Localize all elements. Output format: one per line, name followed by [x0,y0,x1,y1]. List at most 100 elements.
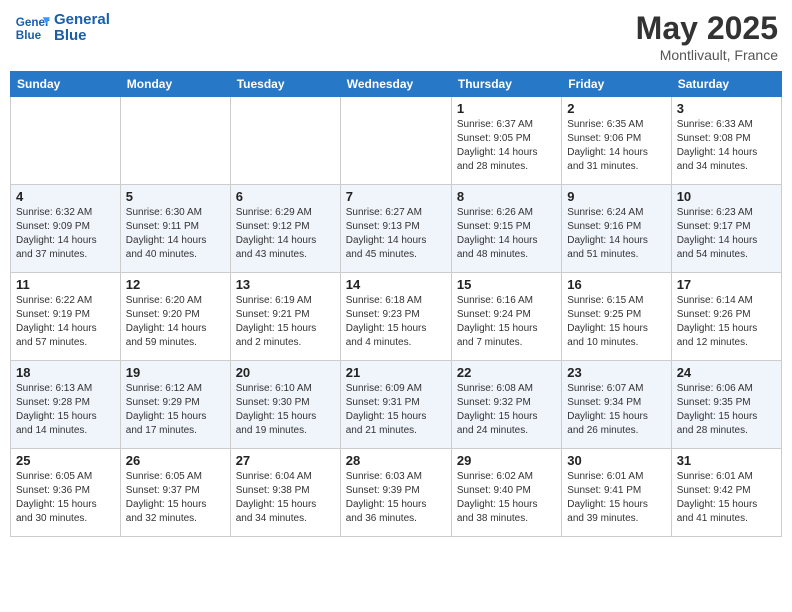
day-number: 15 [457,277,556,292]
day-number: 9 [567,189,665,204]
day-number: 12 [126,277,225,292]
day-info: Sunrise: 6:06 AMSunset: 9:35 PMDaylight:… [677,382,776,438]
day-number: 7 [346,189,446,204]
logo-icon: General Blue [14,10,50,46]
weekday-header-saturday: Saturday [671,72,781,97]
day-cell-19: 19 Sunrise: 6:12 AMSunset: 9:29 PMDayligh… [120,361,230,449]
calendar-table: SundayMondayTuesdayWednesdayThursdayFrid… [10,71,782,537]
page-header: General Blue General Blue May 2025 Montl… [10,10,782,63]
day-cell-10: 10 Sunrise: 6:23 AMSunset: 9:17 PMDayligh… [671,185,781,273]
day-cell-8: 8Sunrise: 6:26 AMSunset: 9:15 PMDaylight… [451,185,561,273]
empty-cell [120,97,230,185]
empty-cell [230,97,340,185]
day-info: Sunrise: 6:30 AMSunset: 9:11 PMDaylight:… [126,206,225,262]
day-info: Sunrise: 6:05 AMSunset: 9:36 PMDaylight:… [16,470,115,526]
day-info: Sunrise: 6:03 AMSunset: 9:39 PMDaylight:… [346,470,446,526]
day-cell-12: 12 Sunrise: 6:20 AMSunset: 9:20 PMDayligh… [120,273,230,361]
day-number: 4 [16,189,115,204]
day-number: 28 [346,453,446,468]
day-cell-5: 5 Sunrise: 6:30 AMSunset: 9:11 PMDaylight… [120,185,230,273]
logo: General Blue General Blue [14,10,110,46]
day-info: Sunrise: 6:27 AMSunset: 9:13 PMDaylight:… [346,206,446,262]
weekday-header-tuesday: Tuesday [230,72,340,97]
day-info: Sunrise: 6:12 AMSunset: 9:29 PMDaylight:… [126,382,225,438]
svg-text:Blue: Blue [16,29,42,42]
day-cell-13: 13 Sunrise: 6:19 AMSunset: 9:21 PMDayligh… [230,273,340,361]
day-info: Sunrise: 6:18 AMSunset: 9:23 PMDaylight:… [346,294,446,350]
day-cell-22: 22Sunrise: 6:08 AMSunset: 9:32 PMDayligh… [451,361,561,449]
day-number: 16 [567,277,665,292]
weekday-header-wednesday: Wednesday [340,72,451,97]
day-number: 10 [677,189,776,204]
day-number: 19 [126,365,225,380]
day-number: 17 [677,277,776,292]
day-cell-18: 18Sunrise: 6:13 AMSunset: 9:28 PMDayligh… [11,361,121,449]
day-number: 30 [567,453,665,468]
day-info: Sunrise: 6:05 AMSunset: 9:37 PMDaylight:… [126,470,225,526]
empty-cell [340,97,451,185]
day-cell-3: 3Sunrise: 6:33 AMSunset: 9:08 PMDaylight… [671,97,781,185]
day-info: Sunrise: 6:37 AMSunset: 9:05 PMDaylight:… [457,118,556,174]
day-info: Sunrise: 6:01 AMSunset: 9:41 PMDaylight:… [567,470,665,526]
day-number: 5 [126,189,225,204]
day-cell-14: 14 Sunrise: 6:18 AMSunset: 9:23 PMDayligh… [340,273,451,361]
day-info: Sunrise: 6:07 AMSunset: 9:34 PMDaylight:… [567,382,665,438]
month-title: May 2025 [636,10,778,47]
weekday-header-sunday: Sunday [11,72,121,97]
day-cell-20: 20 Sunrise: 6:10 AMSunset: 9:30 PMDayligh… [230,361,340,449]
day-cell-21: 21 Sunrise: 6:09 AMSunset: 9:31 PMDayligh… [340,361,451,449]
day-number: 2 [567,101,665,116]
day-info: Sunrise: 6:01 AMSunset: 9:42 PMDaylight:… [677,470,776,526]
day-info: Sunrise: 6:23 AMSunset: 9:17 PMDaylight:… [677,206,776,262]
day-number: 1 [457,101,556,116]
day-number: 11 [16,277,115,292]
day-number: 13 [236,277,335,292]
day-cell-27: 27 Sunrise: 6:04 AMSunset: 9:38 PMDayligh… [230,449,340,537]
day-cell-16: 16Sunrise: 6:15 AMSunset: 9:25 PMDayligh… [562,273,671,361]
day-cell-15: 15 Sunrise: 6:16 AMSunset: 9:24 PMDayligh… [451,273,561,361]
day-number: 6 [236,189,335,204]
day-cell-24: 24 Sunrise: 6:06 AMSunset: 9:35 PMDayligh… [671,361,781,449]
day-cell-1: 1 Sunrise: 6:37 AMSunset: 9:05 PMDaylight… [451,97,561,185]
day-info: Sunrise: 6:20 AMSunset: 9:20 PMDaylight:… [126,294,225,350]
day-cell-2: 2 Sunrise: 6:35 AMSunset: 9:06 PMDaylight… [562,97,671,185]
day-number: 27 [236,453,335,468]
day-cell-9: 9 Sunrise: 6:24 AMSunset: 9:16 PMDaylight… [562,185,671,273]
day-number: 25 [16,453,115,468]
day-number: 24 [677,365,776,380]
day-info: Sunrise: 6:14 AMSunset: 9:26 PMDaylight:… [677,294,776,350]
day-info: Sunrise: 6:10 AMSunset: 9:30 PMDaylight:… [236,382,335,438]
day-number: 26 [126,453,225,468]
day-info: Sunrise: 6:04 AMSunset: 9:38 PMDaylight:… [236,470,335,526]
day-info: Sunrise: 6:24 AMSunset: 9:16 PMDaylight:… [567,206,665,262]
day-info: Sunrise: 6:35 AMSunset: 9:06 PMDaylight:… [567,118,665,174]
day-cell-25: 25 Sunrise: 6:05 AMSunset: 9:36 PMDayligh… [11,449,121,537]
day-info: Sunrise: 6:19 AMSunset: 9:21 PMDaylight:… [236,294,335,350]
day-number: 31 [677,453,776,468]
day-info: Sunrise: 6:13 AMSunset: 9:28 PMDaylight:… [16,382,115,438]
day-info: Sunrise: 6:32 AMSunset: 9:09 PMDaylight:… [16,206,115,262]
day-cell-7: 7 Sunrise: 6:27 AMSunset: 9:13 PMDaylight… [340,185,451,273]
day-number: 20 [236,365,335,380]
day-number: 8 [457,189,556,204]
day-info: Sunrise: 6:22 AMSunset: 9:19 PMDaylight:… [16,294,115,350]
day-cell-6: 6Sunrise: 6:29 AMSunset: 9:12 PMDaylight… [230,185,340,273]
day-cell-28: 28 Sunrise: 6:03 AMSunset: 9:39 PMDayligh… [340,449,451,537]
day-info: Sunrise: 6:08 AMSunset: 9:32 PMDaylight:… [457,382,556,438]
day-cell-26: 26 Sunrise: 6:05 AMSunset: 9:37 PMDayligh… [120,449,230,537]
week-row-4: 18Sunrise: 6:13 AMSunset: 9:28 PMDayligh… [11,361,782,449]
day-info: Sunrise: 6:16 AMSunset: 9:24 PMDaylight:… [457,294,556,350]
day-cell-11: 11 Sunrise: 6:22 AMSunset: 9:19 PMDayligh… [11,273,121,361]
day-cell-23: 23Sunrise: 6:07 AMSunset: 9:34 PMDayligh… [562,361,671,449]
week-row-3: 11 Sunrise: 6:22 AMSunset: 9:19 PMDayligh… [11,273,782,361]
day-info: Sunrise: 6:09 AMSunset: 9:31 PMDaylight:… [346,382,446,438]
day-number: 14 [346,277,446,292]
week-row-2: 4 Sunrise: 6:32 AMSunset: 9:09 PMDaylight… [11,185,782,273]
weekday-header-row: SundayMondayTuesdayWednesdayThursdayFrid… [11,72,782,97]
day-number: 3 [677,101,776,116]
day-number: 21 [346,365,446,380]
day-cell-30: 30 Sunrise: 6:01 AMSunset: 9:41 PMDayligh… [562,449,671,537]
week-row-1: 1 Sunrise: 6:37 AMSunset: 9:05 PMDaylight… [11,97,782,185]
day-number: 29 [457,453,556,468]
title-block: May 2025 Montlivault, France [636,10,778,63]
